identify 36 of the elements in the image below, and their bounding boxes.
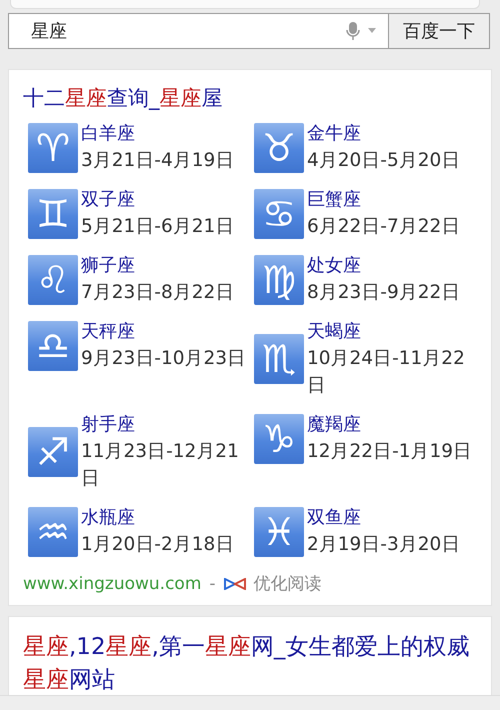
search-field[interactable]: 星座	[8, 13, 388, 49]
sign-dates: 5月21日-6月21日	[81, 215, 236, 240]
caret-icon[interactable]	[368, 28, 376, 34]
zodiac-icon[interactable]: ♒	[28, 506, 78, 557]
sign-dates: 4月20日-5月20日	[307, 149, 462, 174]
reader-link[interactable]: 优化阅读	[254, 572, 322, 596]
sign-name[interactable]: 狮子座	[81, 253, 249, 280]
sign-name[interactable]: 射手座	[81, 412, 249, 438]
sign-dates: 6月22日-7月22日	[307, 215, 462, 240]
sign-dates: 9月23日-10月23日	[81, 347, 248, 372]
sign-dates: 1月20日-2月18日	[81, 533, 236, 558]
sign-dates: 3月21日-4月19日	[81, 149, 236, 174]
sign-name[interactable]: 金牛座	[307, 121, 475, 148]
sign-name[interactable]: 巨蟹座	[307, 187, 475, 214]
sign-name[interactable]: 魔羯座	[307, 412, 475, 438]
sign-dates: 8月23日-9月22日	[307, 281, 462, 306]
sign-dates: 12月22日-1月19日	[307, 440, 474, 464]
sign-name[interactable]: 处女座	[307, 253, 475, 280]
bowtie-icon[interactable]	[224, 578, 246, 590]
sign-dates: 2月19日-3月20日	[307, 533, 462, 558]
zodiac-icon[interactable]: ♎	[28, 320, 78, 371]
result-title[interactable]: 星座,12星座,第一星座网_女生都爱上的权威 星座网站	[23, 631, 477, 696]
search-button[interactable]: 百度一下	[388, 13, 490, 49]
result-title[interactable]: 十二星座查询_星座屋	[23, 84, 477, 114]
sign-name[interactable]: 白羊座	[81, 121, 249, 148]
sign-dates: 11月23日-12月21日	[81, 440, 240, 492]
sign-name[interactable]: 水瓶座	[81, 505, 249, 532]
site-url[interactable]: www.xingzuowu.com	[23, 574, 202, 594]
microphone-icon[interactable]	[346, 21, 360, 41]
sign-name[interactable]: 双鱼座	[307, 505, 475, 532]
sign-name[interactable]: 双子座	[81, 187, 249, 214]
sign-name[interactable]: 天蝎座	[307, 319, 475, 346]
sign-dates: 10月24日-11月22日	[307, 347, 466, 398]
sign-name[interactable]: 天秤座	[81, 319, 249, 346]
separator: -	[209, 574, 216, 594]
sign-dates: 7月23日-8月22日	[81, 281, 236, 306]
